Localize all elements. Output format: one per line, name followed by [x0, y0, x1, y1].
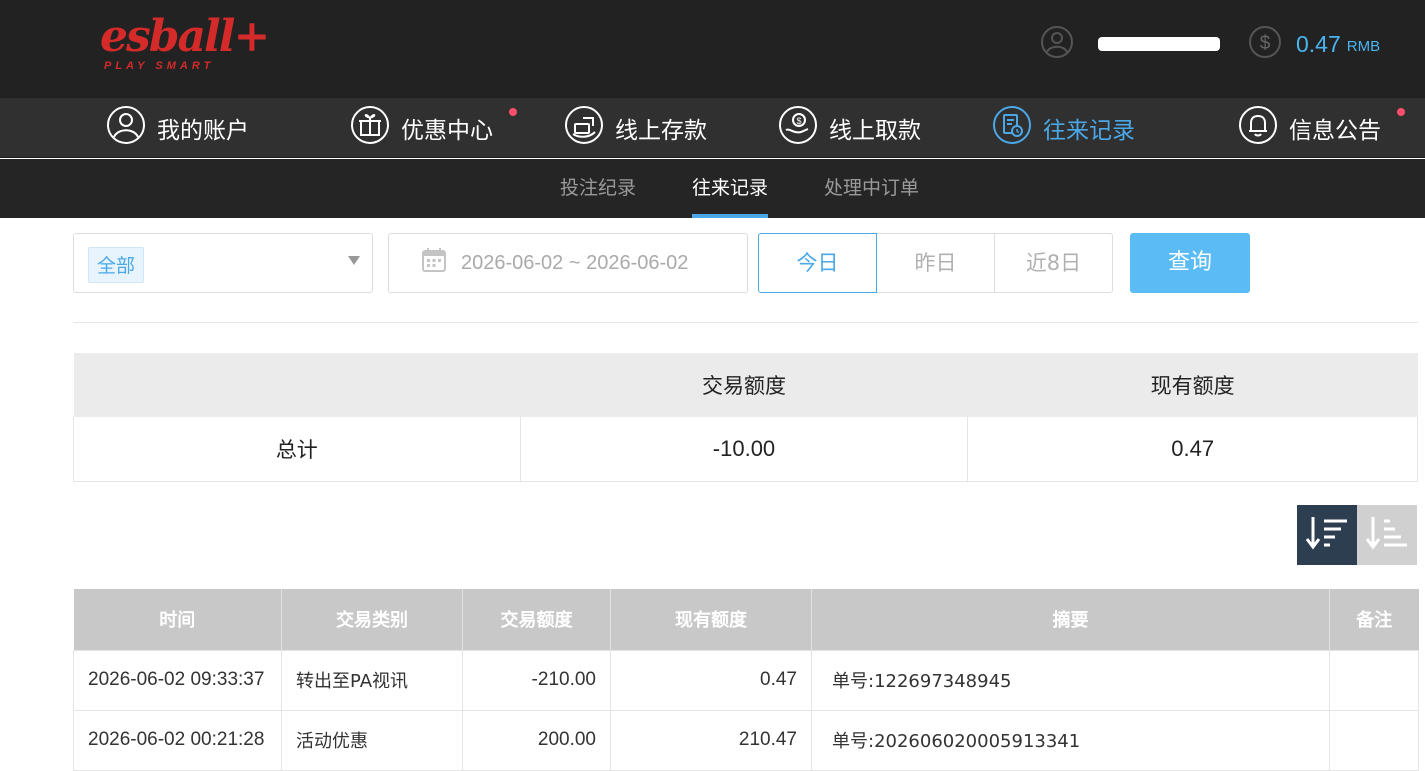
logo-tagline: PLAY SMART — [104, 60, 215, 72]
logo-text: esball+ — [100, 11, 270, 62]
cell-balance: 0.47 — [610, 649, 812, 711]
withdraw-icon: $ — [777, 104, 819, 152]
cell-remark — [1329, 649, 1419, 711]
nav-item-my-account[interactable]: 我的账户 — [105, 98, 249, 158]
quick-date-buttons: 今日 昨日 近8日 — [758, 233, 1113, 293]
tab-transaction-records[interactable]: 往来记录 — [692, 159, 769, 218]
cell-summary: 单号:122697348945 — [811, 649, 1330, 711]
notification-dot — [1397, 108, 1405, 116]
summary-header-cell: 现有额度 — [967, 353, 1418, 417]
transaction-type-select[interactable]: 全部 — [73, 233, 373, 293]
cell-time: 2026-06-02 09:33:37 — [73, 649, 282, 711]
column-header-remark: 备注 — [1329, 589, 1419, 650]
cell-time: 2026-06-02 00:21:28 — [73, 709, 282, 771]
summary-transaction-amount: -10.00 — [519, 417, 969, 482]
summary-row: 总计 -10.00 0.47 — [73, 417, 1418, 482]
svg-text:$: $ — [1260, 33, 1271, 54]
dollar-circle-icon: $ — [1248, 25, 1282, 63]
column-header-summary: 摘要 — [811, 589, 1330, 650]
date-range-text: 2026-06-02 ~ 2026-06-02 — [461, 251, 689, 274]
records-header-row: 时间 交易类别 交易额度 现有额度 摘要 备注 — [73, 589, 1419, 650]
query-button[interactable]: 查询 — [1130, 233, 1250, 293]
main-nav: 我的账户 优惠中心 线上存款 $ 线上取款 往来记录 信息公告 — [0, 98, 1425, 158]
yesterday-button[interactable]: 昨日 — [876, 233, 995, 293]
deposit-icon — [563, 104, 605, 152]
svg-text:$: $ — [796, 116, 801, 126]
calendar-icon — [421, 247, 447, 279]
divider — [73, 322, 1418, 323]
last-8-days-button[interactable]: 近8日 — [994, 233, 1113, 293]
user-circle-icon — [1040, 25, 1074, 63]
sort-controls — [1297, 505, 1417, 565]
cell-balance: 210.47 — [610, 709, 812, 771]
summary-header-cell: 交易额度 — [520, 353, 968, 417]
column-header-amount: 交易额度 — [462, 589, 611, 650]
records-table: 时间 交易类别 交易额度 现有额度 摘要 备注 2026-06-02 09:33… — [73, 589, 1419, 771]
sort-descending-icon — [1305, 513, 1349, 557]
user-info[interactable] — [1040, 26, 1220, 62]
nav-item-label: 优惠中心 — [401, 118, 493, 144]
records-icon — [991, 104, 1033, 152]
chevron-down-icon — [348, 256, 360, 265]
nav-item-label: 往来记录 — [1043, 118, 1135, 144]
column-header-balance: 现有额度 — [610, 589, 812, 650]
cell-summary: 单号:202606020005913341 — [811, 709, 1330, 771]
table-row: 2026-06-02 09:33:37 转出至PA视讯 -210.00 0.47… — [73, 649, 1419, 711]
cell-remark — [1329, 709, 1419, 771]
summary-current-balance: 0.47 — [967, 417, 1418, 482]
nav-item-label: 信息公告 — [1289, 118, 1381, 144]
summary-label: 总计 — [73, 417, 521, 482]
sort-descending-button[interactable] — [1297, 505, 1357, 565]
cell-type: 活动优惠 — [281, 709, 463, 771]
column-header-time: 时间 — [73, 589, 282, 650]
nav-item-label: 线上取款 — [829, 118, 921, 144]
cell-amount: 200.00 — [462, 709, 611, 771]
nav-item-promotions[interactable]: 优惠中心 — [349, 98, 517, 158]
sort-ascending-button[interactable] — [1357, 505, 1417, 565]
notification-dot — [509, 108, 517, 116]
esball-logo[interactable]: esball+ PLAY SMART — [100, 12, 270, 82]
balance-display: $ 0.47 RMB — [1248, 26, 1380, 62]
bell-icon — [1237, 104, 1279, 152]
nav-item-deposit[interactable]: 线上存款 — [563, 98, 707, 158]
column-header-type: 交易类别 — [281, 589, 463, 650]
nav-item-label: 我的账户 — [157, 118, 249, 144]
summary-table: 交易额度 现有额度 总计 -10.00 0.47 — [73, 353, 1418, 482]
sub-nav: 投注纪录 往来记录 处理中订单 — [0, 159, 1425, 218]
selected-type-chip: 全部 — [88, 247, 145, 283]
today-button[interactable]: 今日 — [758, 233, 877, 293]
summary-header-row: 交易额度 现有额度 — [73, 353, 1418, 417]
sort-ascending-icon — [1365, 513, 1409, 557]
cell-type: 转出至PA视讯 — [281, 649, 463, 711]
tab-pending-orders[interactable]: 处理中订单 — [824, 159, 919, 218]
table-row: 2026-06-02 00:21:28 活动优惠 200.00 210.47 单… — [73, 709, 1419, 771]
nav-item-records[interactable]: 往来记录 — [991, 98, 1135, 158]
cell-amount: -210.00 — [462, 649, 611, 711]
balance-amount: 0.47 — [1296, 30, 1341, 57]
user-circle-icon — [105, 104, 147, 152]
nav-item-announcements[interactable]: 信息公告 — [1237, 98, 1405, 158]
balance-currency: RMB — [1346, 37, 1381, 55]
nav-item-withdraw[interactable]: $ 线上取款 — [777, 98, 921, 158]
username-masked — [1098, 37, 1220, 51]
gift-icon — [349, 104, 391, 152]
tab-bet-records[interactable]: 投注纪录 — [560, 159, 636, 218]
summary-header-cell — [73, 353, 521, 417]
date-range-picker[interactable]: 2026-06-02 ~ 2026-06-02 — [388, 233, 748, 293]
nav-item-label: 线上存款 — [615, 118, 707, 144]
top-bar: esball+ PLAY SMART $ 0.47 RMB — [0, 0, 1425, 98]
